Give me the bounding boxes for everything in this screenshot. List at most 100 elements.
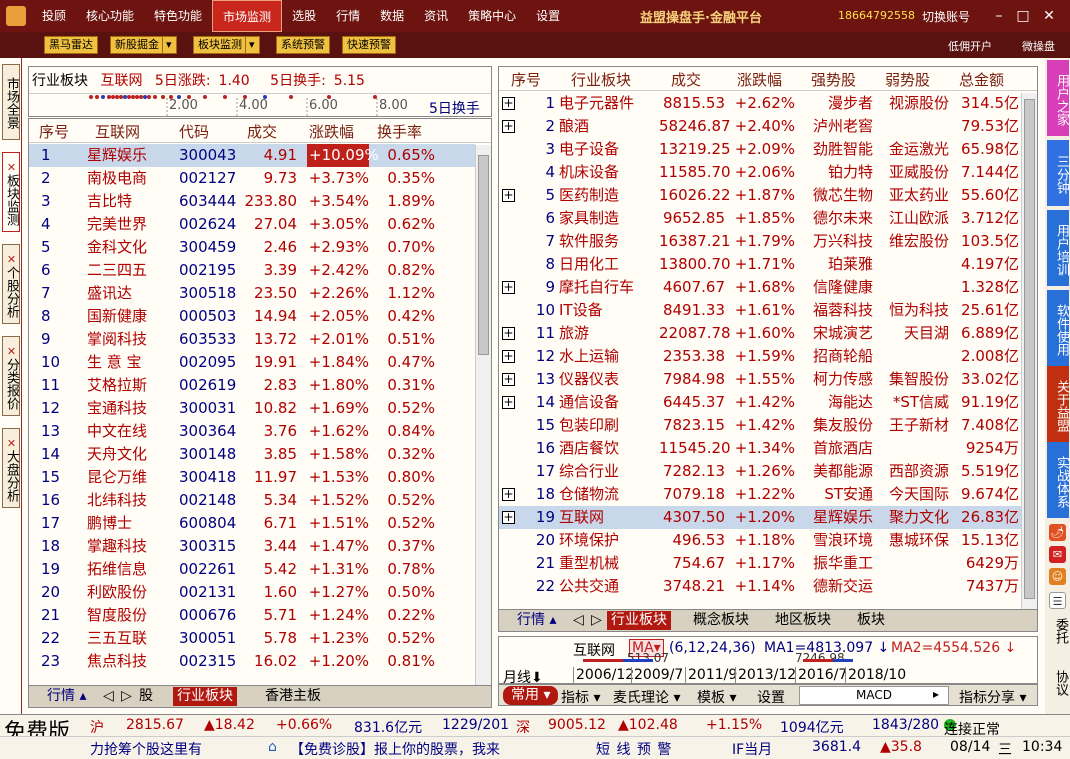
table-row[interactable]: +2 酿酒 58246.87 +2.40% 泸州老窖 79.53亿	[499, 115, 1021, 138]
tab-quotes[interactable]: 行情 ▴	[43, 687, 90, 706]
col-weak[interactable]: 弱势股	[885, 69, 930, 90]
col-amount[interactable]: 总金额	[959, 69, 1004, 90]
short-term-alert[interactable]: 短 线 预 警	[596, 739, 672, 759]
table-row[interactable]: 6 家具制造 9652.85 +1.85% 德尔未来 江山欧派 3.712亿	[499, 207, 1021, 230]
expand-icon[interactable]: +	[502, 97, 515, 110]
tab-index-analysis[interactable]: ✕大盘分析	[2, 428, 20, 508]
table-row[interactable]: 18 掌趣科技 300315 3.44 +1.47% 0.37%	[29, 535, 475, 558]
table-row[interactable]: 22 三五互联 300051 5.78 +1.23% 0.52%	[29, 627, 475, 650]
table-row[interactable]: 16 北纬科技 002148 5.34 +1.52% 0.52%	[29, 489, 475, 512]
col-price[interactable]: 成交	[671, 69, 701, 90]
table-row[interactable]: 15 包装印刷 7823.15 +1.42% 集友股份 王子新材 7.408亿	[499, 414, 1021, 437]
tab-category-quotes[interactable]: ✕分类报价	[2, 336, 20, 416]
col-index[interactable]: 序号	[511, 69, 541, 90]
table-row[interactable]: +18 仓储物流 7079.18 +1.22% ST安通 今天国际 9.674亿	[499, 483, 1021, 506]
entrust-link[interactable]: 委托	[1048, 618, 1068, 644]
message-icon[interactable]: ✉	[1049, 546, 1066, 563]
maximize-icon[interactable]: □	[1014, 7, 1032, 25]
tab-user-training[interactable]: 用户培训	[1047, 210, 1069, 286]
col-name[interactable]: 互联网	[95, 121, 140, 142]
indicator-share-button[interactable]: 指标分享 ▾	[959, 687, 1026, 707]
table-row[interactable]: 7 盛讯达 300518 23.50 +2.26% 1.12%	[29, 282, 475, 305]
menu-item[interactable]: 资讯	[414, 0, 458, 32]
expand-icon[interactable]: +	[502, 189, 515, 202]
common-button[interactable]: 常用 ▾	[503, 686, 559, 705]
col-change[interactable]: 涨跌幅	[737, 69, 782, 90]
table-row[interactable]: 10 生 意 宝 002095 19.91 +1.84% 0.47%	[29, 351, 475, 374]
table-row[interactable]: +1 电子元器件 8815.53 +2.62% 漫步者 视源股份 314.5亿	[499, 92, 1021, 115]
table-row[interactable]: 8 日用化工 13800.70 +1.71% 珀莱雅 4.197亿	[499, 253, 1021, 276]
tab-hk-main-board[interactable]: 香港主板	[261, 687, 325, 706]
table-row[interactable]: +12 水上运输 2353.38 +1.59% 招商轮船 2.008亿	[499, 345, 1021, 368]
quick-alert-button[interactable]: 快速预警	[342, 36, 396, 54]
expand-icon[interactable]: +	[502, 120, 515, 133]
minimize-icon[interactable]: –	[990, 7, 1008, 25]
expand-icon[interactable]: +	[502, 396, 515, 409]
col-price[interactable]: 成交	[247, 121, 277, 142]
table-row[interactable]: 10 IT设备 8491.33 +1.61% 福蓉科技 恒为科技 25.61亿	[499, 299, 1021, 322]
tab-concept-sector[interactable]: 概念板块	[689, 611, 753, 630]
sector-monitor-button[interactable]: 板块监测 ▾	[193, 36, 260, 54]
menu-item[interactable]: 行情	[326, 0, 370, 32]
dark-horse-radar-button[interactable]: 黑马雷达	[44, 36, 98, 54]
menu-item[interactable]: 选股	[282, 0, 326, 32]
table-row[interactable]: +19 互联网 4307.50 +1.20% 星辉娱乐 聚力文化 26.83亿	[499, 506, 1021, 529]
table-row[interactable]: 3 吉比特 603444 233.80 +3.54% 1.89%	[29, 190, 475, 213]
table-row[interactable]: 4 完美世界 002624 27.04 +3.05% 0.62%	[29, 213, 475, 236]
tab-region-sector[interactable]: 地区板块	[771, 611, 835, 630]
chevron-right-icon[interactable]: ▸	[933, 687, 939, 701]
expand-icon[interactable]: +	[502, 511, 515, 524]
table-row[interactable]: 9 掌阅科技 603533 13.72 +2.01% 0.51%	[29, 328, 475, 351]
table-row[interactable]: +11 旅游 22087.78 +1.60% 宋城演艺 天目湖 6.889亿	[499, 322, 1021, 345]
menu-item[interactable]: 设置	[526, 0, 570, 32]
menu-item[interactable]: 投顾	[32, 0, 76, 32]
protocol-link[interactable]: 协议	[1048, 670, 1068, 696]
tab-industry-sector[interactable]: 行业板块	[173, 687, 237, 706]
table-row[interactable]: +9 摩托自行车 4607.67 +1.68% 信隆健康 1.328亿	[499, 276, 1021, 299]
menu-item[interactable]: 数据	[370, 0, 414, 32]
close-icon[interactable]: ✕	[1040, 7, 1058, 25]
low-commission-link[interactable]: 低佣开户	[948, 38, 992, 54]
tab-sector[interactable]: 板块	[853, 611, 889, 630]
expand-icon[interactable]: +	[502, 327, 515, 340]
col-index[interactable]: 序号	[39, 121, 69, 142]
tab-next-icon[interactable]: ▷	[117, 687, 136, 706]
expand-icon[interactable]: +	[502, 488, 515, 501]
table-row[interactable]: 19 拓维信息 002261 5.42 +1.31% 0.78%	[29, 558, 475, 581]
table-row[interactable]: 6 二三四五 002195 3.39 +2.42% 0.82%	[29, 259, 475, 282]
col-turnover[interactable]: 换手率	[377, 121, 422, 142]
template-button[interactable]: 模板 ▾	[697, 687, 736, 707]
col-change[interactable]: 涨跌幅	[309, 121, 354, 142]
expand-icon[interactable]: +	[502, 281, 515, 294]
expand-icon[interactable]: +	[502, 350, 515, 363]
table-row[interactable]: 1 星辉娱乐 300043 4.91 +10.09% 0.65%	[29, 144, 475, 167]
table-row[interactable]: 16 酒店餐饮 11545.20 +1.34% 首旅酒店 9254万	[499, 437, 1021, 460]
table-row[interactable]: 11 艾格拉斯 002619 2.83 +1.80% 0.31%	[29, 374, 475, 397]
tab-next-icon[interactable]: ▷	[587, 611, 606, 630]
table-row[interactable]: 17 鹏博士 600804 6.71 +1.51% 0.52%	[29, 512, 475, 535]
indicator-button[interactable]: 指标 ▾	[561, 687, 600, 707]
mcs-theory-button[interactable]: 麦氏理论 ▾	[613, 687, 680, 707]
table-row[interactable]: 21 智度股份 000676 5.71 +1.24% 0.22%	[29, 604, 475, 627]
system-alert-button[interactable]: 系统预警	[276, 36, 330, 54]
micro-trade-link[interactable]: 微操盘	[1022, 38, 1055, 54]
tab-industry-sector[interactable]: 行业板块	[607, 611, 671, 630]
table-row[interactable]: 3 电子设备 13219.25 +2.09% 劲胜智能 金运激光 65.98亿	[499, 138, 1021, 161]
tab-market-overview[interactable]: 市场全景	[2, 64, 20, 140]
indicator-select[interactable]: MACD	[799, 686, 949, 705]
table-row[interactable]: 20 环境保护 496.53 +1.18% 雪浪环境 惠城环保 15.13亿	[499, 529, 1021, 552]
switch-account-link[interactable]: 切换账号	[922, 8, 970, 25]
table-row[interactable]: +14 通信设备 6445.37 +1.42% 海能达 *ST信威 91.19亿	[499, 391, 1021, 414]
scroll-thumb[interactable]	[1024, 99, 1035, 599]
scroll-thumb[interactable]	[478, 155, 489, 355]
col-sector[interactable]: 行业板块	[571, 69, 631, 90]
table-row[interactable]: 5 金科文化 300459 2.46 +2.93% 0.70%	[29, 236, 475, 259]
menu-item[interactable]: 市场监测	[212, 0, 283, 32]
news-ticker[interactable]: 力抢筹个股这里有	[90, 739, 202, 759]
col-strong[interactable]: 强势股	[811, 69, 856, 90]
menu-item[interactable]: 特色功能	[144, 0, 212, 32]
tab-three-minutes[interactable]: 三分钟	[1047, 140, 1069, 206]
stock-table-scrollbar[interactable]	[475, 145, 491, 685]
menu-item[interactable]: 核心功能	[76, 0, 144, 32]
table-row[interactable]: 7 软件服务 16387.21 +1.79% 万兴科技 维宏股份 103.5亿	[499, 230, 1021, 253]
